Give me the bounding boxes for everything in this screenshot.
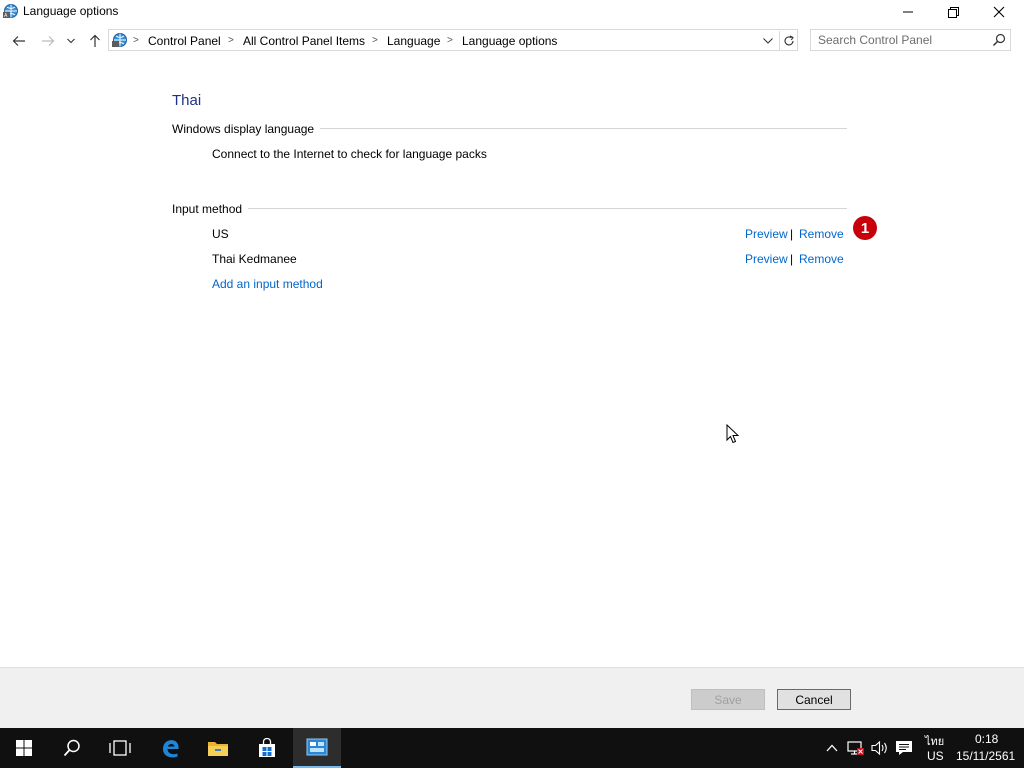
show-hidden-icons-button[interactable]	[822, 738, 842, 758]
close-icon	[993, 6, 1005, 18]
language-pack-message: Connect to the Internet to check for lan…	[212, 147, 487, 161]
title-bar: A Language options	[0, 0, 1024, 24]
windows-start-icon	[16, 740, 32, 756]
link-separator: |	[790, 227, 794, 241]
address-bar[interactable]: > Control Panel > All Control Panel Item…	[108, 29, 798, 51]
file-explorer-button[interactable]	[194, 728, 242, 768]
volume-icon	[871, 740, 887, 756]
refresh-button[interactable]	[779, 31, 797, 51]
breadcrumb-separator: >	[133, 35, 139, 46]
network-icon	[847, 741, 864, 755]
minimize-icon	[903, 11, 913, 13]
preview-link[interactable]: Preview	[745, 227, 788, 241]
control-panel-taskbar-button[interactable]	[293, 728, 341, 768]
clock-time[interactable]: 0:18	[975, 732, 998, 746]
task-view-icon	[109, 740, 131, 756]
language-indicator[interactable]: ไทย	[925, 732, 944, 750]
control-panel-taskbar-icon	[306, 738, 328, 756]
back-arrow-icon	[12, 36, 25, 46]
remove-link[interactable]: Remove	[799, 252, 844, 266]
notification-icon	[896, 741, 912, 755]
annotation-badge: 1	[853, 216, 877, 240]
control-panel-icon: A	[3, 3, 19, 19]
remove-link[interactable]: Remove	[799, 227, 844, 241]
search-taskbar-icon	[63, 739, 80, 757]
file-explorer-icon	[208, 742, 228, 756]
dialog-footer: Save Cancel	[0, 667, 1024, 728]
breadcrumb-separator: >	[228, 35, 234, 46]
language-heading: Thai	[172, 92, 202, 109]
save-button[interactable]: Save	[691, 689, 765, 710]
edge-button[interactable]	[146, 728, 194, 768]
maximize-icon	[947, 6, 959, 18]
chevron-down-icon	[763, 38, 773, 44]
mouse-cursor-icon	[726, 423, 740, 444]
address-dropdown-button[interactable]	[759, 31, 777, 51]
close-button[interactable]	[976, 0, 1022, 24]
search-box[interactable]	[810, 29, 1011, 51]
link-separator: |	[790, 252, 794, 266]
refresh-icon	[784, 35, 794, 46]
volume-button[interactable]	[870, 738, 890, 758]
up-button[interactable]	[85, 32, 105, 50]
recent-dropdown-icon	[67, 38, 75, 44]
start-button[interactable]	[0, 728, 48, 768]
back-button[interactable]	[9, 32, 29, 50]
keyboard-indicator[interactable]: US	[927, 749, 944, 763]
minimize-button[interactable]	[885, 0, 931, 24]
search-icon[interactable]	[992, 33, 1006, 47]
control-panel-icon	[112, 32, 128, 48]
window-title: Language options	[23, 4, 119, 18]
section-divider	[172, 208, 847, 209]
up-arrow-icon	[90, 34, 100, 47]
chevron-up-icon	[826, 744, 838, 752]
network-button[interactable]	[846, 738, 866, 758]
language-options-window: A Language options > Control Panel > All…	[0, 0, 1024, 728]
search-taskbar-button[interactable]	[48, 728, 96, 768]
store-icon	[259, 738, 275, 757]
add-input-method-link[interactable]: Add an input method	[212, 277, 323, 291]
breadcrumb-separator: >	[372, 35, 378, 46]
navigation-bar: > Control Panel > All Control Panel Item…	[0, 28, 1024, 54]
store-button[interactable]	[243, 728, 291, 768]
breadcrumb-language[interactable]: Language	[387, 34, 440, 48]
restore-button[interactable]	[930, 0, 976, 24]
input-method-name: Thai Kedmanee	[212, 252, 297, 266]
input-method-heading: Input method	[172, 202, 249, 216]
taskbar: ไทย US 0:18 15/11/2561	[0, 728, 1024, 768]
breadcrumb-control-panel[interactable]: Control Panel	[148, 34, 221, 48]
action-center-button[interactable]	[894, 738, 914, 758]
breadcrumb-all-items[interactable]: All Control Panel Items	[243, 34, 365, 48]
task-view-button[interactable]	[96, 728, 144, 768]
clock-date[interactable]: 15/11/2561	[956, 749, 1015, 763]
breadcrumb-separator: >	[447, 35, 453, 46]
preview-link[interactable]: Preview	[745, 252, 788, 266]
forward-arrow-icon	[42, 36, 55, 46]
input-method-name: US	[212, 227, 229, 241]
cancel-button[interactable]: Cancel	[777, 689, 851, 710]
display-language-heading: Windows display language	[172, 122, 321, 136]
svg-text:A: A	[4, 13, 8, 19]
forward-button[interactable]	[38, 32, 58, 50]
edge-icon	[163, 740, 179, 758]
breadcrumb-language-options[interactable]: Language options	[462, 34, 557, 48]
search-input[interactable]	[811, 30, 989, 50]
recent-locations-button[interactable]	[63, 32, 79, 50]
